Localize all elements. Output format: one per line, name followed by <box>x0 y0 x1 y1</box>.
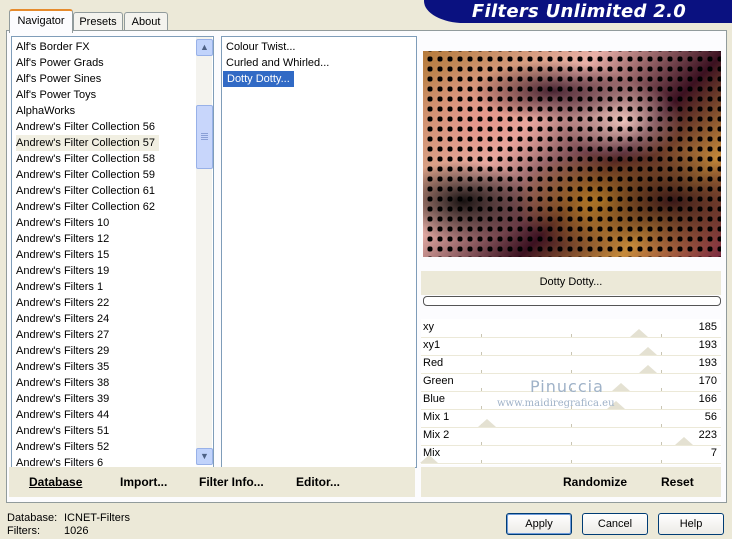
slider-label: Blue <box>423 393 446 405</box>
category-item[interactable]: Alf's Power Grads <box>16 55 104 71</box>
preset-toolbar: Randomize Reset <box>421 467 721 497</box>
slider-row[interactable]: xy 185 <box>421 319 721 338</box>
slider-label: xy1 <box>423 339 441 351</box>
category-scrollbar[interactable]: ▲ ▼ <box>196 37 213 465</box>
category-item[interactable]: Andrew's Filters 15 <box>16 247 109 263</box>
watermark-site: www.maidiregrafica.eu <box>497 398 615 409</box>
category-item[interactable]: Andrew's Filters 29 <box>16 343 109 359</box>
scroll-up-button[interactable]: ▲ <box>196 39 213 56</box>
preview-filter-name: Dotty Dotty... <box>421 271 721 295</box>
scrollbar-thumb[interactable] <box>196 105 213 169</box>
tab-navigator[interactable]: Navigator <box>9 9 73 33</box>
filter-item[interactable]: Curled and Whirled... <box>226 55 329 71</box>
slider-value: 56 <box>704 411 717 423</box>
slider-thumb[interactable] <box>639 347 658 355</box>
slider-thumb[interactable] <box>478 419 496 427</box>
slider-label: Red <box>423 357 444 369</box>
slider-row[interactable]: Mix 1 56 <box>421 409 721 428</box>
category-item[interactable]: Alf's Power Toys <box>16 87 96 103</box>
cancel-button[interactable]: Cancel <box>582 513 648 535</box>
progress-bar <box>423 296 721 306</box>
filters-label: Filters: <box>7 525 40 537</box>
category-item[interactable]: Alf's Border FX <box>16 39 90 55</box>
slider-value: 193 <box>698 339 717 351</box>
category-item[interactable]: Andrew's Filters 39 <box>16 391 109 407</box>
randomize-button[interactable]: Randomize <box>563 475 627 489</box>
slider-value: 170 <box>698 375 717 387</box>
slider-value: 193 <box>698 357 717 369</box>
slider-value: 185 <box>698 321 717 333</box>
navigator-panel: Alf's Border FX Alf's Power Grads Alf's Po… <box>6 30 727 503</box>
filter-info-button[interactable]: Filter Info... <box>199 475 264 489</box>
filter-item[interactable]: Colour Twist... <box>226 39 296 55</box>
category-item[interactable]: Andrew's Filter Collection 62 <box>16 199 155 215</box>
category-item[interactable]: Andrew's Filters 22 <box>16 295 109 311</box>
slider-value: 7 <box>710 447 717 459</box>
slider-thumb[interactable] <box>674 437 693 445</box>
slider-label: Mix <box>423 447 441 459</box>
help-button[interactable]: Help <box>658 513 724 535</box>
slider-label: Green <box>423 375 454 387</box>
preview-image <box>423 51 721 257</box>
category-item[interactable]: Andrew's Filters 24 <box>16 311 109 327</box>
apply-button[interactable]: Apply <box>506 513 572 535</box>
category-item[interactable]: Andrew's Filters 12 <box>16 231 109 247</box>
editor-button[interactable]: Editor... <box>296 475 340 489</box>
dot-pattern <box>423 51 721 257</box>
tab-presets[interactable]: Presets <box>73 12 123 31</box>
tab-about[interactable]: About <box>124 12 168 31</box>
slider-thumb[interactable] <box>612 383 631 391</box>
category-item[interactable]: Andrew's Filters 10 <box>16 215 109 231</box>
category-item[interactable]: AlphaWorks <box>16 103 75 119</box>
category-item[interactable]: Andrew's Filters 27 <box>16 327 109 343</box>
category-item[interactable]: Andrew's Filters 19 <box>16 263 109 279</box>
category-item[interactable]: Andrew's Filter Collection 57 <box>16 135 160 151</box>
slider-label: Mix 2 <box>423 429 450 441</box>
category-item[interactable]: Andrew's Filters 35 <box>16 359 109 375</box>
list-toolbar: Database Import... Filter Info... Editor… <box>9 467 415 497</box>
category-item[interactable]: Andrew's Filters 1 <box>16 279 103 295</box>
filter-item[interactable]: Dotty Dotty... <box>223 71 294 87</box>
category-item[interactable]: Andrew's Filters 51 <box>16 423 109 439</box>
watermark-name: Pinuccia <box>530 377 604 396</box>
slider-row[interactable]: Red 193 <box>421 355 721 374</box>
category-item[interactable]: Andrew's Filter Collection 61 <box>16 183 155 199</box>
slider-thumb[interactable] <box>629 329 648 337</box>
reset-button[interactable]: Reset <box>661 475 694 489</box>
category-item[interactable]: Andrew's Filters 52 <box>16 439 109 455</box>
slider-label: Mix 1 <box>423 411 450 423</box>
scroll-down-button[interactable]: ▼ <box>196 448 213 465</box>
category-item[interactable]: Alf's Power Sines <box>16 71 101 87</box>
import-button[interactable]: Import... <box>120 475 167 489</box>
filter-list[interactable]: Colour Twist... Curled and Whirled... Dott… <box>221 36 417 468</box>
category-list[interactable]: Alf's Border FX Alf's Power Grads Alf's Po… <box>11 36 214 469</box>
app-title-banner: Filters Unlimited 2.0 <box>424 0 732 23</box>
category-item[interactable]: Andrew's Filter Collection 59 <box>16 167 155 183</box>
category-item[interactable]: Andrew's Filter Collection 56 <box>16 119 155 135</box>
category-item[interactable]: Andrew's Filters 38 <box>16 375 109 391</box>
category-item[interactable]: Andrew's Filter Collection 58 <box>16 151 155 167</box>
database-value: ICNET-Filters <box>64 512 130 524</box>
slider-row[interactable]: Mix 2 223 <box>421 427 721 446</box>
database-label: Database: <box>7 512 58 524</box>
slider-value: 223 <box>698 429 717 441</box>
filters-count: 1026 <box>64 525 89 537</box>
category-item[interactable]: Andrew's Filters 44 <box>16 407 109 423</box>
database-button[interactable]: Database <box>29 475 82 489</box>
slider-label: xy <box>423 321 434 333</box>
slider-value: 166 <box>698 393 717 405</box>
slider-row[interactable]: xy1 193 <box>421 337 721 356</box>
slider-row[interactable]: Mix 7 <box>420 445 721 464</box>
slider-thumb[interactable] <box>639 365 658 373</box>
